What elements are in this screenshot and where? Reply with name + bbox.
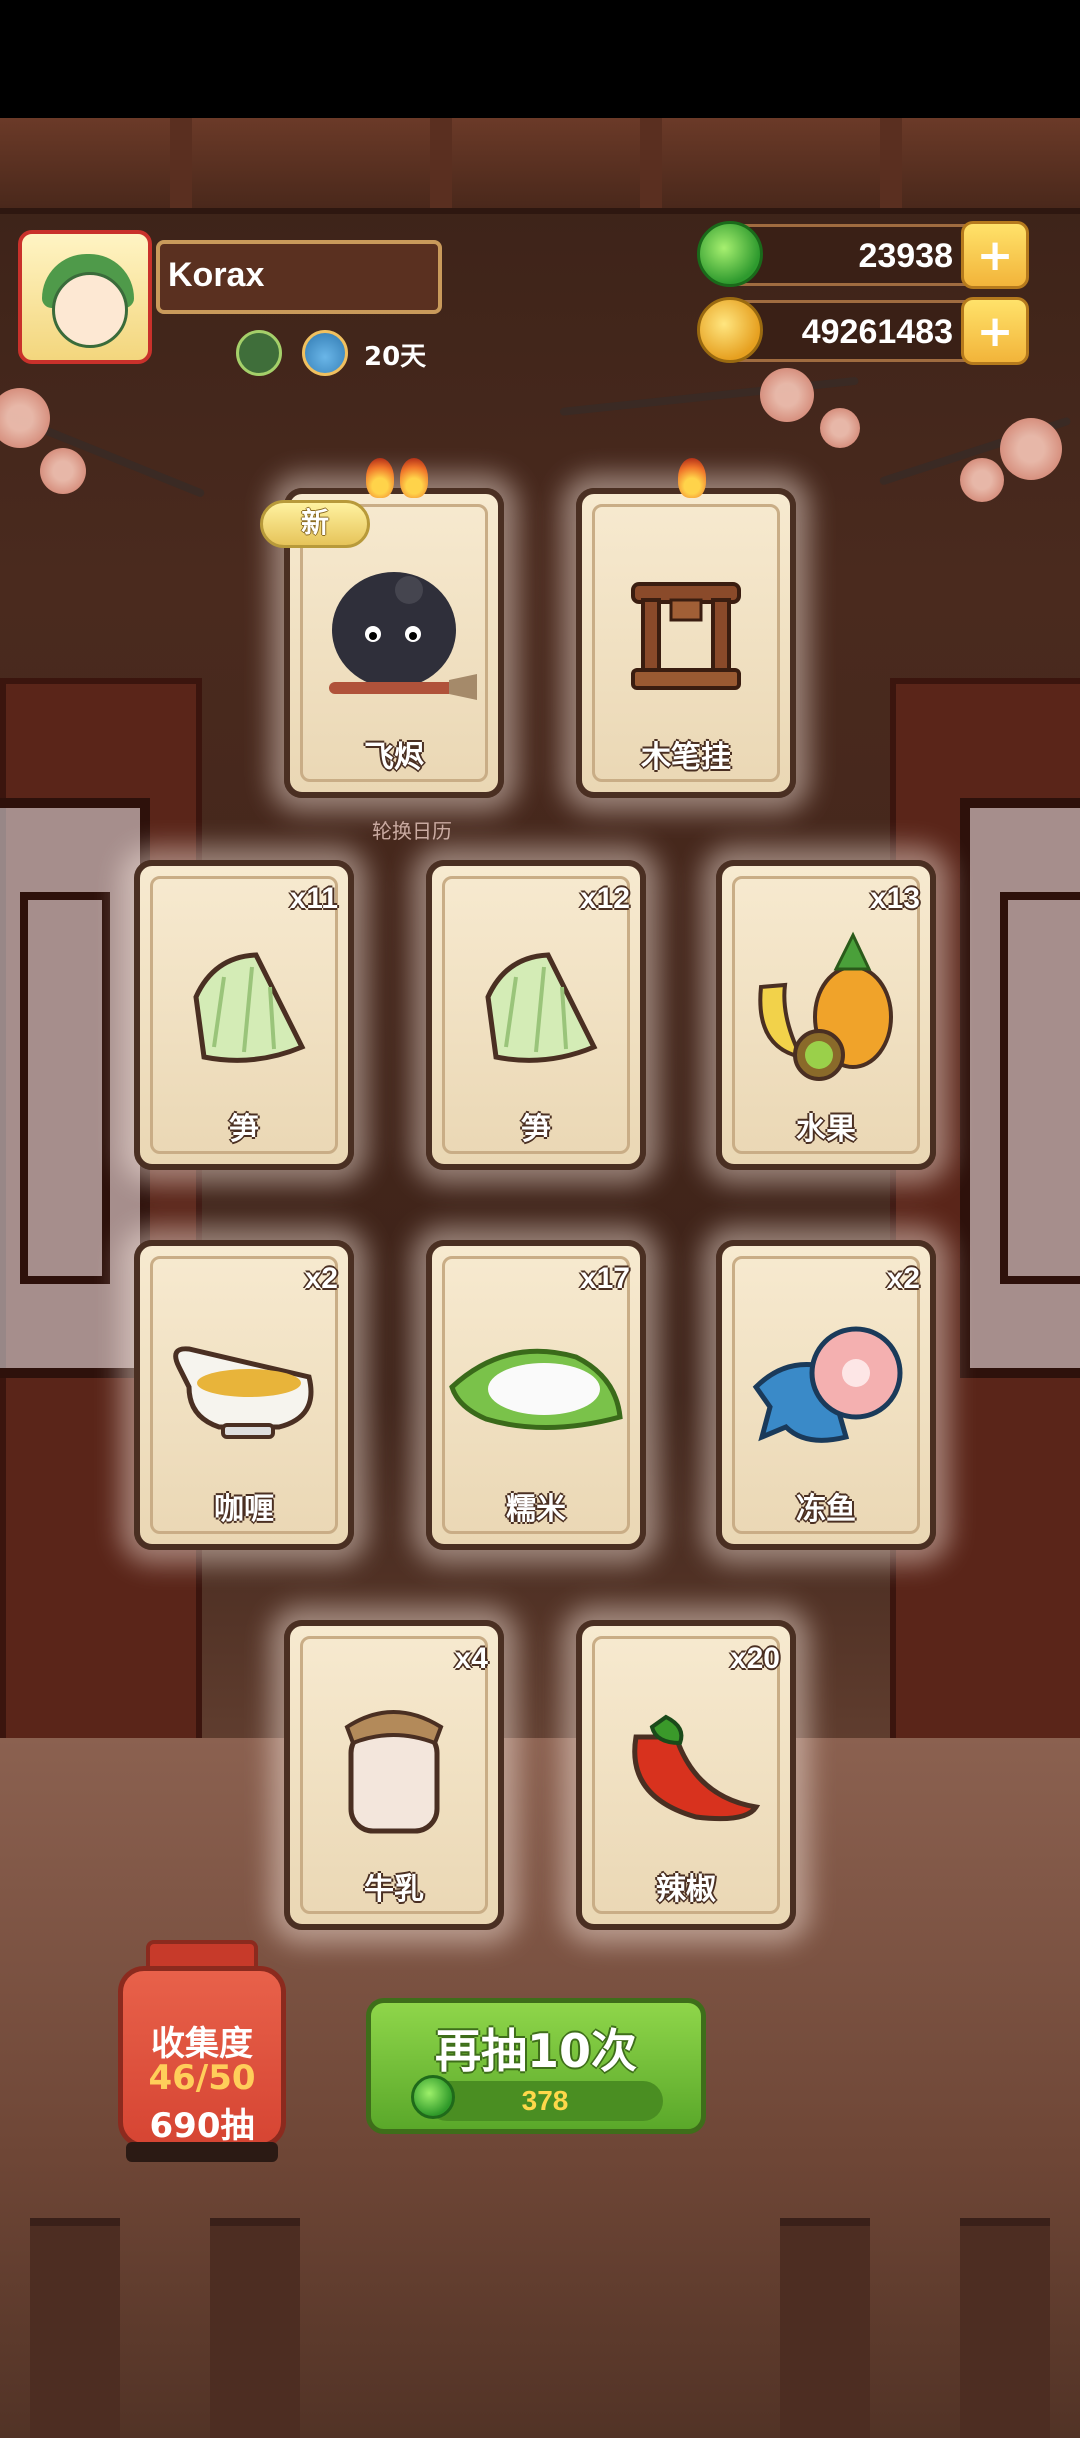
blossom: [960, 458, 1004, 502]
new-badge: 新: [260, 500, 370, 548]
gold-amount: 49261483: [801, 313, 953, 351]
card-count: x13: [869, 882, 920, 915]
redraw-cost: 378: [521, 2085, 569, 2116]
bamboo-shoot-icon: [174, 937, 314, 1081]
feijin-character-icon: [309, 550, 479, 724]
card-count: x2: [886, 1262, 920, 1295]
card-count: x4: [454, 1642, 488, 1675]
right-window: [960, 798, 1080, 1378]
fence-post: [210, 2218, 300, 2438]
flame-icon: [400, 458, 428, 498]
card-name: 飞烬: [364, 740, 424, 775]
card-name: 冻鱼: [796, 1492, 856, 1527]
collection-progress: 46/50: [148, 2058, 256, 2098]
gold-currency-bar: 49261483 +: [697, 297, 1029, 365]
card-name: 笋: [229, 1112, 259, 1147]
curry-icon: [159, 1327, 329, 1451]
roof-beam: [0, 118, 1080, 214]
card-milk[interactable]: x4 牛乳: [284, 1620, 504, 1930]
blossom: [760, 368, 814, 422]
redraw-label: 再抽10次: [434, 2024, 637, 2078]
player-avatar[interactable]: [18, 230, 152, 364]
card-glutinous-rice[interactable]: x17 糯米: [426, 1240, 646, 1550]
collection-lantern[interactable]: 收集度 46/50 690抽: [112, 1938, 292, 2164]
card-chili[interactable]: x20 辣椒: [576, 1620, 796, 1930]
avatar-face: [52, 272, 128, 348]
blossom: [820, 408, 860, 448]
card-name: 咖喱: [214, 1492, 274, 1527]
cost-bar: 378: [427, 2081, 663, 2121]
jade-icon: [697, 221, 763, 287]
rotation-calendar-label[interactable]: 轮换日历: [372, 815, 452, 844]
fence-post: [780, 2218, 870, 2438]
brush-rack-icon: [621, 570, 751, 704]
card-frozen-fish[interactable]: x2 冻鱼: [716, 1240, 936, 1550]
left-window: [0, 798, 150, 1378]
card-name: 糯米: [506, 1492, 566, 1527]
gold-coin-icon: [697, 297, 763, 363]
fruit-icon: [741, 927, 911, 1091]
blossom: [1000, 418, 1062, 480]
fence-post: [30, 2218, 120, 2438]
rice-bowl-icon[interactable]: [302, 330, 348, 376]
jade-amount: 23938: [858, 237, 953, 275]
frozen-fish-icon: [746, 1317, 906, 1461]
player-name: Korax: [168, 256, 265, 294]
card-feijin[interactable]: 新 飞烬: [260, 458, 504, 798]
card-bamboo-shoot-2[interactable]: x12 笋: [426, 860, 646, 1170]
add-jade-button[interactable]: +: [961, 221, 1029, 289]
jade-icon: [411, 2075, 455, 2119]
bamboo-badge-icon[interactable]: [236, 330, 282, 376]
card-curry[interactable]: x2 咖喱: [134, 1240, 354, 1550]
add-gold-button[interactable]: +: [961, 297, 1029, 365]
total-pulls: 690抽: [149, 2106, 255, 2146]
days-counter: 20天: [364, 342, 427, 372]
bamboo-shoot-icon: [466, 937, 606, 1081]
card-count: x20: [729, 1642, 780, 1675]
flame-icon: [678, 458, 706, 498]
redraw-10-button[interactable]: 再抽10次 378: [366, 1998, 706, 2134]
card-name: 辣椒: [656, 1872, 716, 1907]
blossom: [0, 388, 50, 448]
chili-icon: [606, 1697, 766, 1841]
fence-post: [960, 2218, 1050, 2438]
card-name: 木笔挂: [641, 740, 731, 775]
rice-icon: [446, 1327, 626, 1451]
milk-icon: [329, 1697, 459, 1841]
card-count: x17: [579, 1262, 630, 1295]
card-fruit[interactable]: x13 水果: [716, 860, 936, 1170]
flame-icon: [366, 458, 394, 498]
blossom: [40, 448, 86, 494]
jade-currency-bar: 23938 +: [697, 221, 1029, 289]
player-name-box[interactable]: Korax: [156, 240, 442, 314]
card-mubigua[interactable]: 木笔挂: [576, 458, 796, 798]
card-bamboo-shoot[interactable]: x11 笋: [134, 860, 354, 1170]
card-name: 笋: [521, 1112, 551, 1147]
card-count: x12: [579, 882, 630, 915]
card-name: 水果: [796, 1112, 856, 1147]
card-count: x11: [289, 882, 338, 915]
card-name: 牛乳: [364, 1872, 424, 1907]
card-count: x2: [304, 1262, 338, 1295]
